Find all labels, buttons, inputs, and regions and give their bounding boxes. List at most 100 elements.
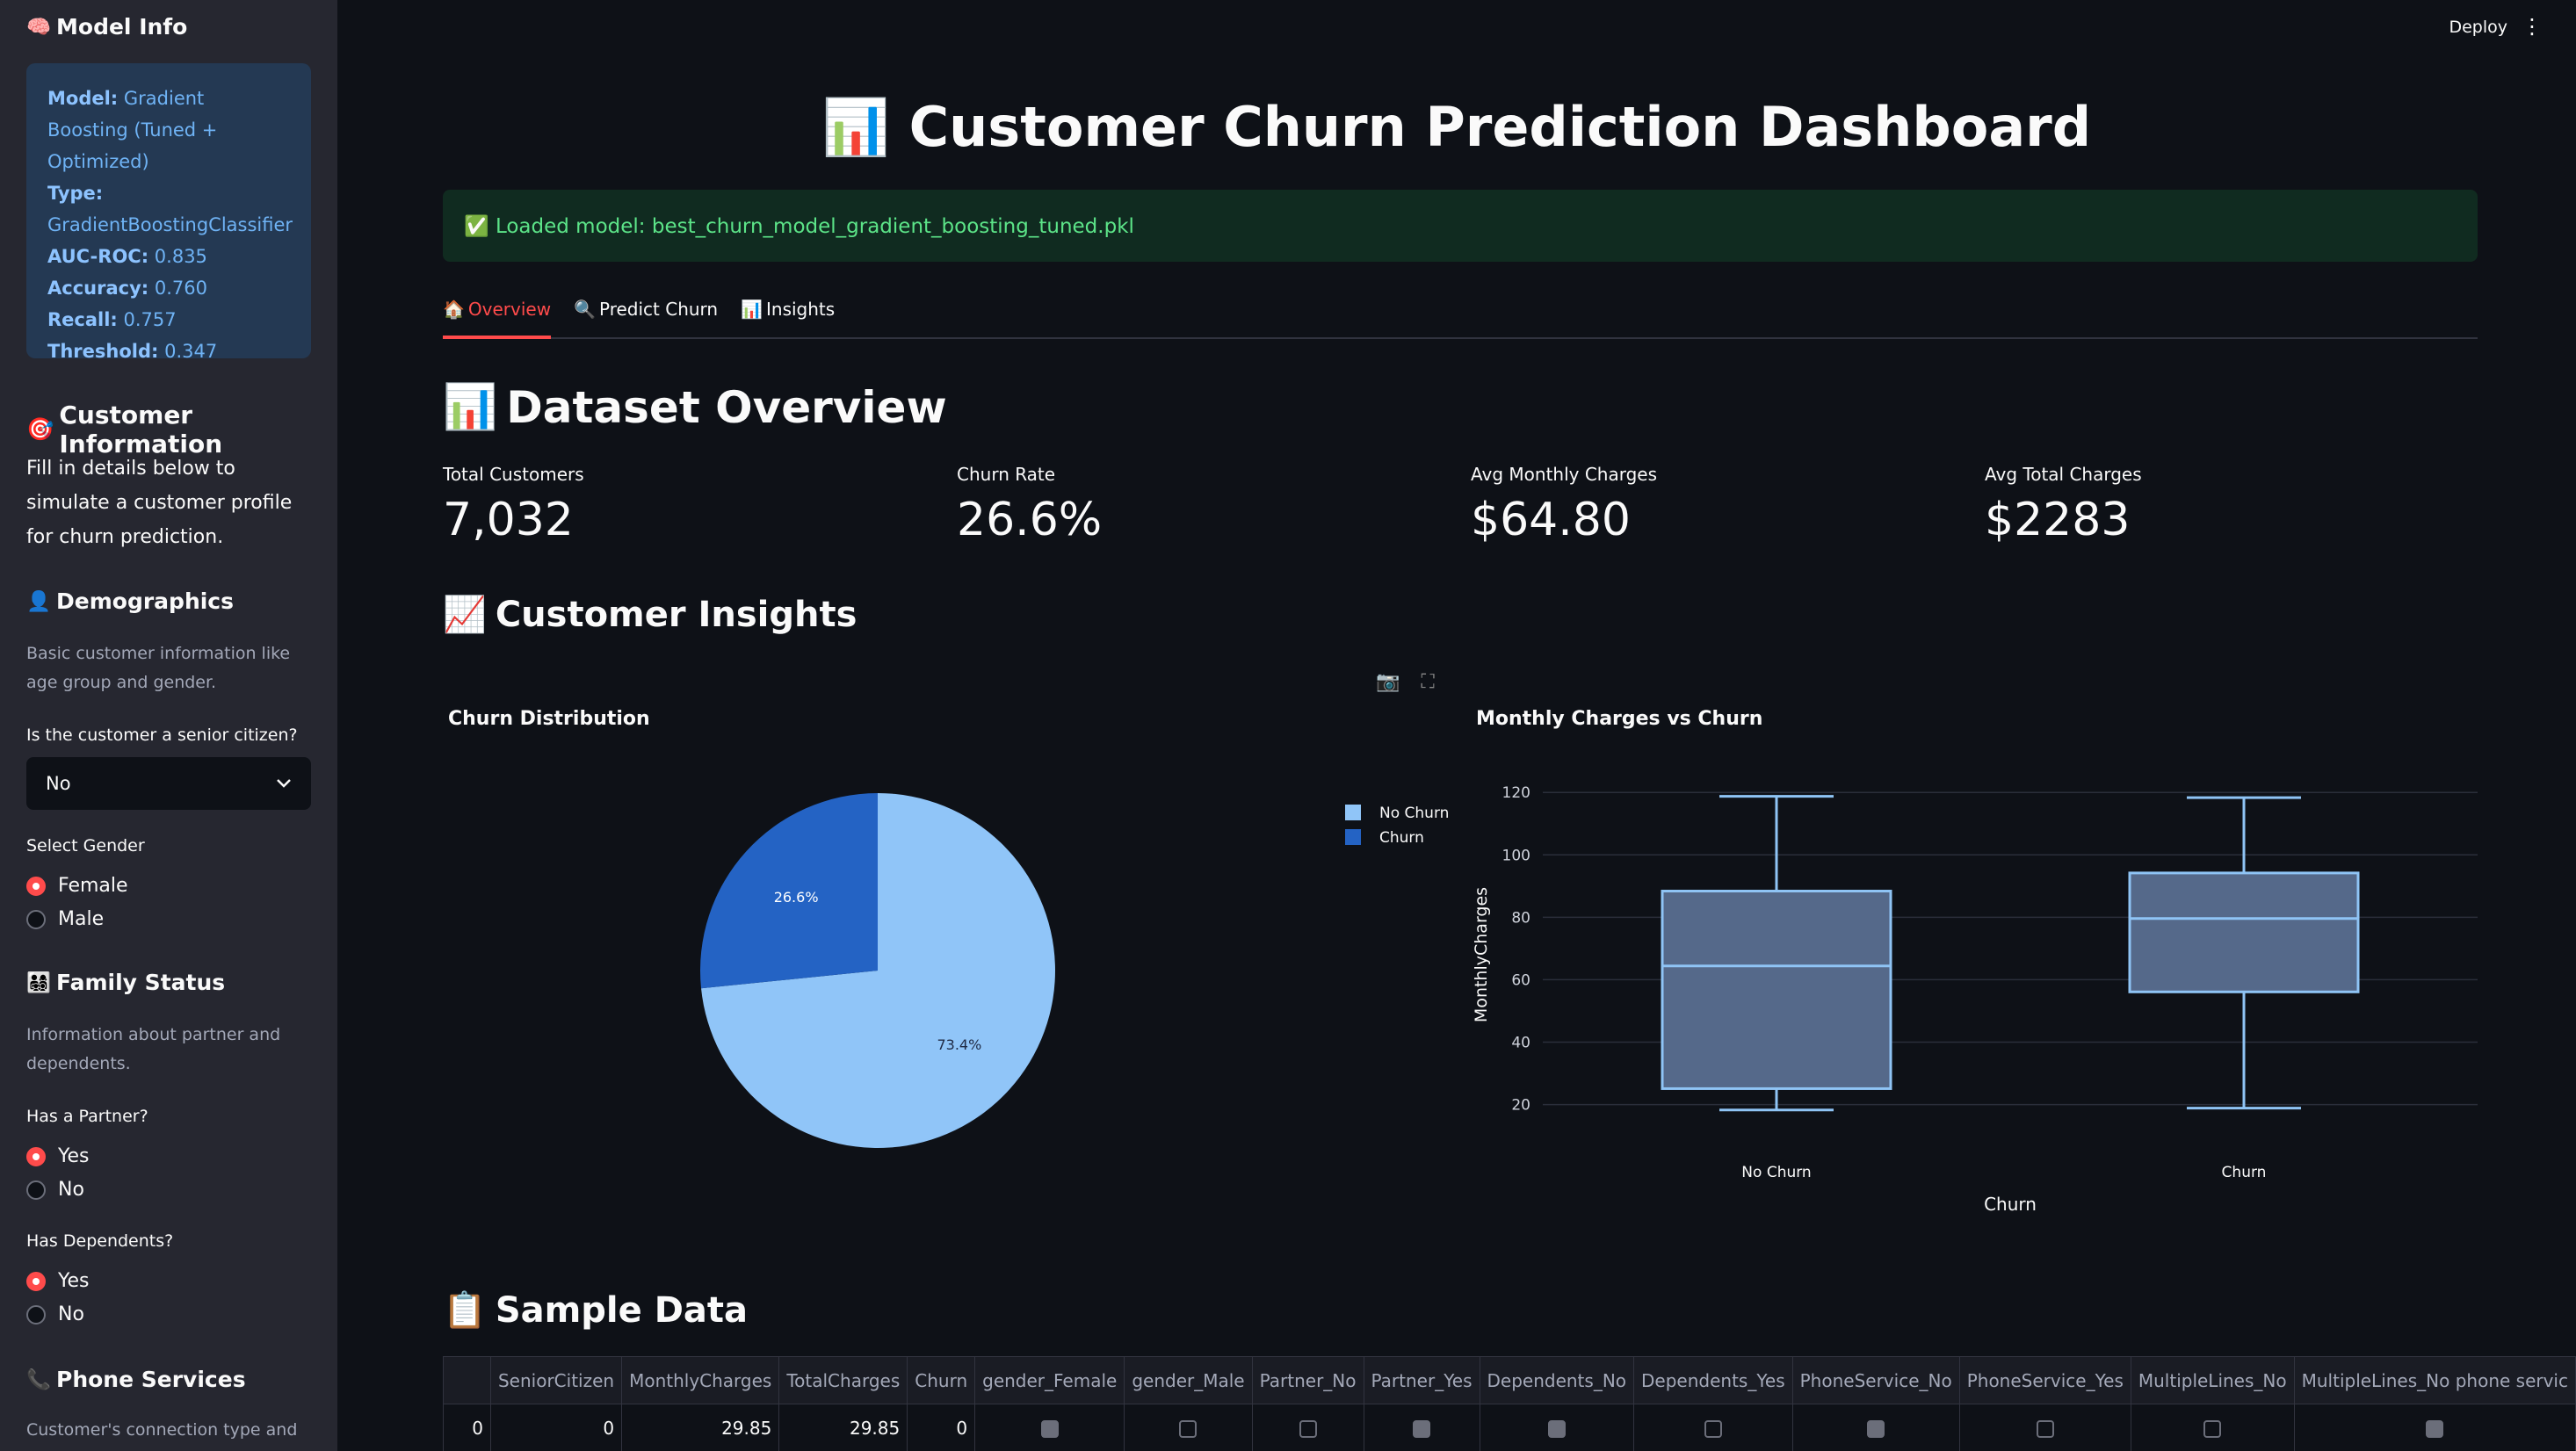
table-header-row: SeniorCitizen MonthlyCharges TotalCharges C… [443, 1356, 2576, 1404]
table-cell: 0 [443, 1404, 491, 1451]
tab-label: Insights [766, 299, 836, 320]
bar-chart-icon: 📊 [821, 95, 891, 159]
table-cell [1958, 1404, 2131, 1451]
clipboard-icon: 📋 [443, 1290, 487, 1331]
x-axis-label: Churn [1984, 1194, 2037, 1215]
metric-churn-rate: Churn Rate 26.6% [957, 464, 1102, 546]
sidebar: 🧠 Model Info Model: Gradient Boosting (Tu… [0, 0, 337, 1451]
sample-data-table: SeniorCitizen MonthlyCharges TotalCharges C… [443, 1356, 2576, 1451]
deploy-button[interactable]: Deploy [2449, 18, 2507, 37]
y-axis-label: MonthlyCharges [1472, 887, 1491, 1022]
table-cell: 0 [489, 1404, 623, 1451]
checkbox-checked-icon [1867, 1420, 1885, 1438]
dependents-option-label: Yes [58, 1270, 90, 1292]
table-cell [974, 1404, 1125, 1451]
checkbox-unchecked-icon [1299, 1420, 1317, 1438]
magnifier-icon: 🔍 [574, 299, 596, 320]
table-column-header[interactable]: TotalCharges [778, 1356, 908, 1404]
table-cell: 29.85 [621, 1404, 780, 1451]
box-no-churn [1661, 890, 1892, 1090]
accuracy-value: 0.760 [154, 278, 207, 299]
radio-unselected-icon [26, 909, 46, 929]
tab-overview[interactable]: 🏠 Overview [443, 293, 552, 339]
dataset-overview-title: Dataset Overview [506, 381, 947, 433]
gender-radio-female[interactable]: Female [26, 875, 128, 897]
checkbox-unchecked-icon [1179, 1420, 1198, 1438]
phone-services-heading: 📞 Phone Services [26, 1367, 246, 1392]
legend-label: Churn [1379, 829, 1424, 847]
checkbox-unchecked-icon [1704, 1420, 1722, 1438]
checkbox-unchecked-icon [2036, 1420, 2054, 1438]
sample-data-title: Sample Data [495, 1289, 748, 1331]
table-cell [1633, 1404, 1793, 1451]
auc-label: AUC-ROC: [47, 246, 149, 267]
table-column-header[interactable]: Dependents_Yes [1633, 1356, 1793, 1404]
phone-services-caption: Customer's connection type and line [26, 1420, 298, 1451]
x-tick-label: Churn [2222, 1164, 2267, 1181]
metric-label: Avg Monthly Charges [1471, 464, 1658, 485]
table-cell [2130, 1404, 2295, 1451]
page-title-text: Customer Churn Prediction Dashboard [908, 95, 2092, 159]
table-column-header[interactable]: Partner_No [1251, 1356, 1364, 1404]
customer-information-heading: 🎯 Customer Information [26, 401, 337, 458]
metric-label: Avg Total Charges [1985, 464, 2142, 485]
senior-citizen-label: Is the customer a senior citizen? [26, 726, 298, 745]
table-column-header[interactable]: Churn [907, 1356, 976, 1404]
senior-citizen-select[interactable]: No [26, 757, 311, 810]
fullscreen-icon[interactable]: ⛶ [1421, 671, 1434, 693]
tab-insights[interactable]: 📊 Insights [741, 293, 835, 339]
threshold-value: 0.347 [164, 341, 218, 362]
table-cell [1251, 1404, 1364, 1451]
bar-chart-icon: 📊 [443, 381, 498, 432]
threshold-label: Threshold: [47, 341, 159, 362]
sample-data-heading: 📋 Sample Data [443, 1289, 748, 1332]
dependents-option-label: No [58, 1303, 84, 1325]
table-column-header[interactable]: Partner_Yes [1363, 1356, 1480, 1404]
dataset-overview-heading: 📊 Dataset Overview [443, 381, 947, 433]
tab-predict-churn[interactable]: 🔍 Predict Churn [574, 293, 718, 339]
table-column-header[interactable] [443, 1356, 491, 1404]
gender-radio-male[interactable]: Male [26, 908, 104, 930]
table-cell [1791, 1404, 1960, 1451]
phone-icon: 📞 [26, 1368, 52, 1391]
table-column-header[interactable]: PhoneService_No [1791, 1356, 1960, 1404]
table-column-header[interactable]: SeniorCitizen [489, 1356, 623, 1404]
kebab-menu-icon[interactable]: ⋮ [2522, 16, 2543, 37]
partner-option-label: No [58, 1179, 84, 1201]
churn-distribution-pie-chart: 73.4% 26.6% No Churn Churn [700, 793, 1449, 1148]
table-cell: 29.85 [778, 1404, 908, 1451]
metric-value: $2283 [1985, 494, 2131, 546]
tab-label: Predict Churn [598, 299, 719, 320]
radio-selected-icon [26, 1146, 46, 1166]
partner-radio-yes[interactable]: Yes [26, 1145, 90, 1167]
table-column-header[interactable]: Dependents_No [1479, 1356, 1635, 1404]
customer-information-text: Fill in details below to simulate a cust… [26, 458, 293, 548]
metric-avg-total-charges: Avg Total Charges $2283 [1985, 464, 2142, 546]
gender-option-label: Male [58, 908, 105, 930]
type-label: Type: [47, 183, 104, 204]
trend-chart-icon: 📈 [443, 595, 487, 635]
metric-total-customers: Total Customers 7,032 [443, 464, 584, 546]
checkbox-checked-icon [2426, 1420, 2444, 1438]
senior-citizen-value: No [46, 773, 71, 794]
pie-slice-label: 73.4% [937, 1036, 981, 1053]
customer-insights-title: Customer Insights [495, 594, 857, 635]
table-column-header[interactable]: MultipleLines_No [2130, 1356, 2295, 1404]
table-column-header[interactable]: gender_Female [974, 1356, 1125, 1404]
checkbox-checked-icon [1413, 1420, 1430, 1438]
table-column-header[interactable]: MultipleLines_No phone servic [2293, 1356, 2576, 1404]
partner-radio-no[interactable]: No [26, 1179, 84, 1201]
checkbox-unchecked-icon [2203, 1420, 2222, 1438]
metric-avg-monthly-charges: Avg Monthly Charges $64.80 [1471, 464, 1657, 546]
metric-label: Churn Rate [957, 464, 1056, 485]
camera-icon[interactable]: 📷 [1376, 671, 1400, 693]
tab-label: Overview [467, 299, 552, 320]
table-column-header[interactable]: gender_Male [1124, 1356, 1253, 1404]
table-column-header[interactable]: MonthlyCharges [621, 1356, 780, 1404]
dependents-radio-no[interactable]: No [26, 1303, 84, 1325]
dependents-radio-yes[interactable]: Yes [26, 1270, 90, 1292]
table-column-header[interactable]: PhoneService_Yes [1958, 1356, 2131, 1404]
model-info-title: Model Info [56, 14, 188, 40]
x-tick-label: No Churn [1741, 1164, 1811, 1181]
y-tick-label: 20 [1511, 1097, 1530, 1115]
